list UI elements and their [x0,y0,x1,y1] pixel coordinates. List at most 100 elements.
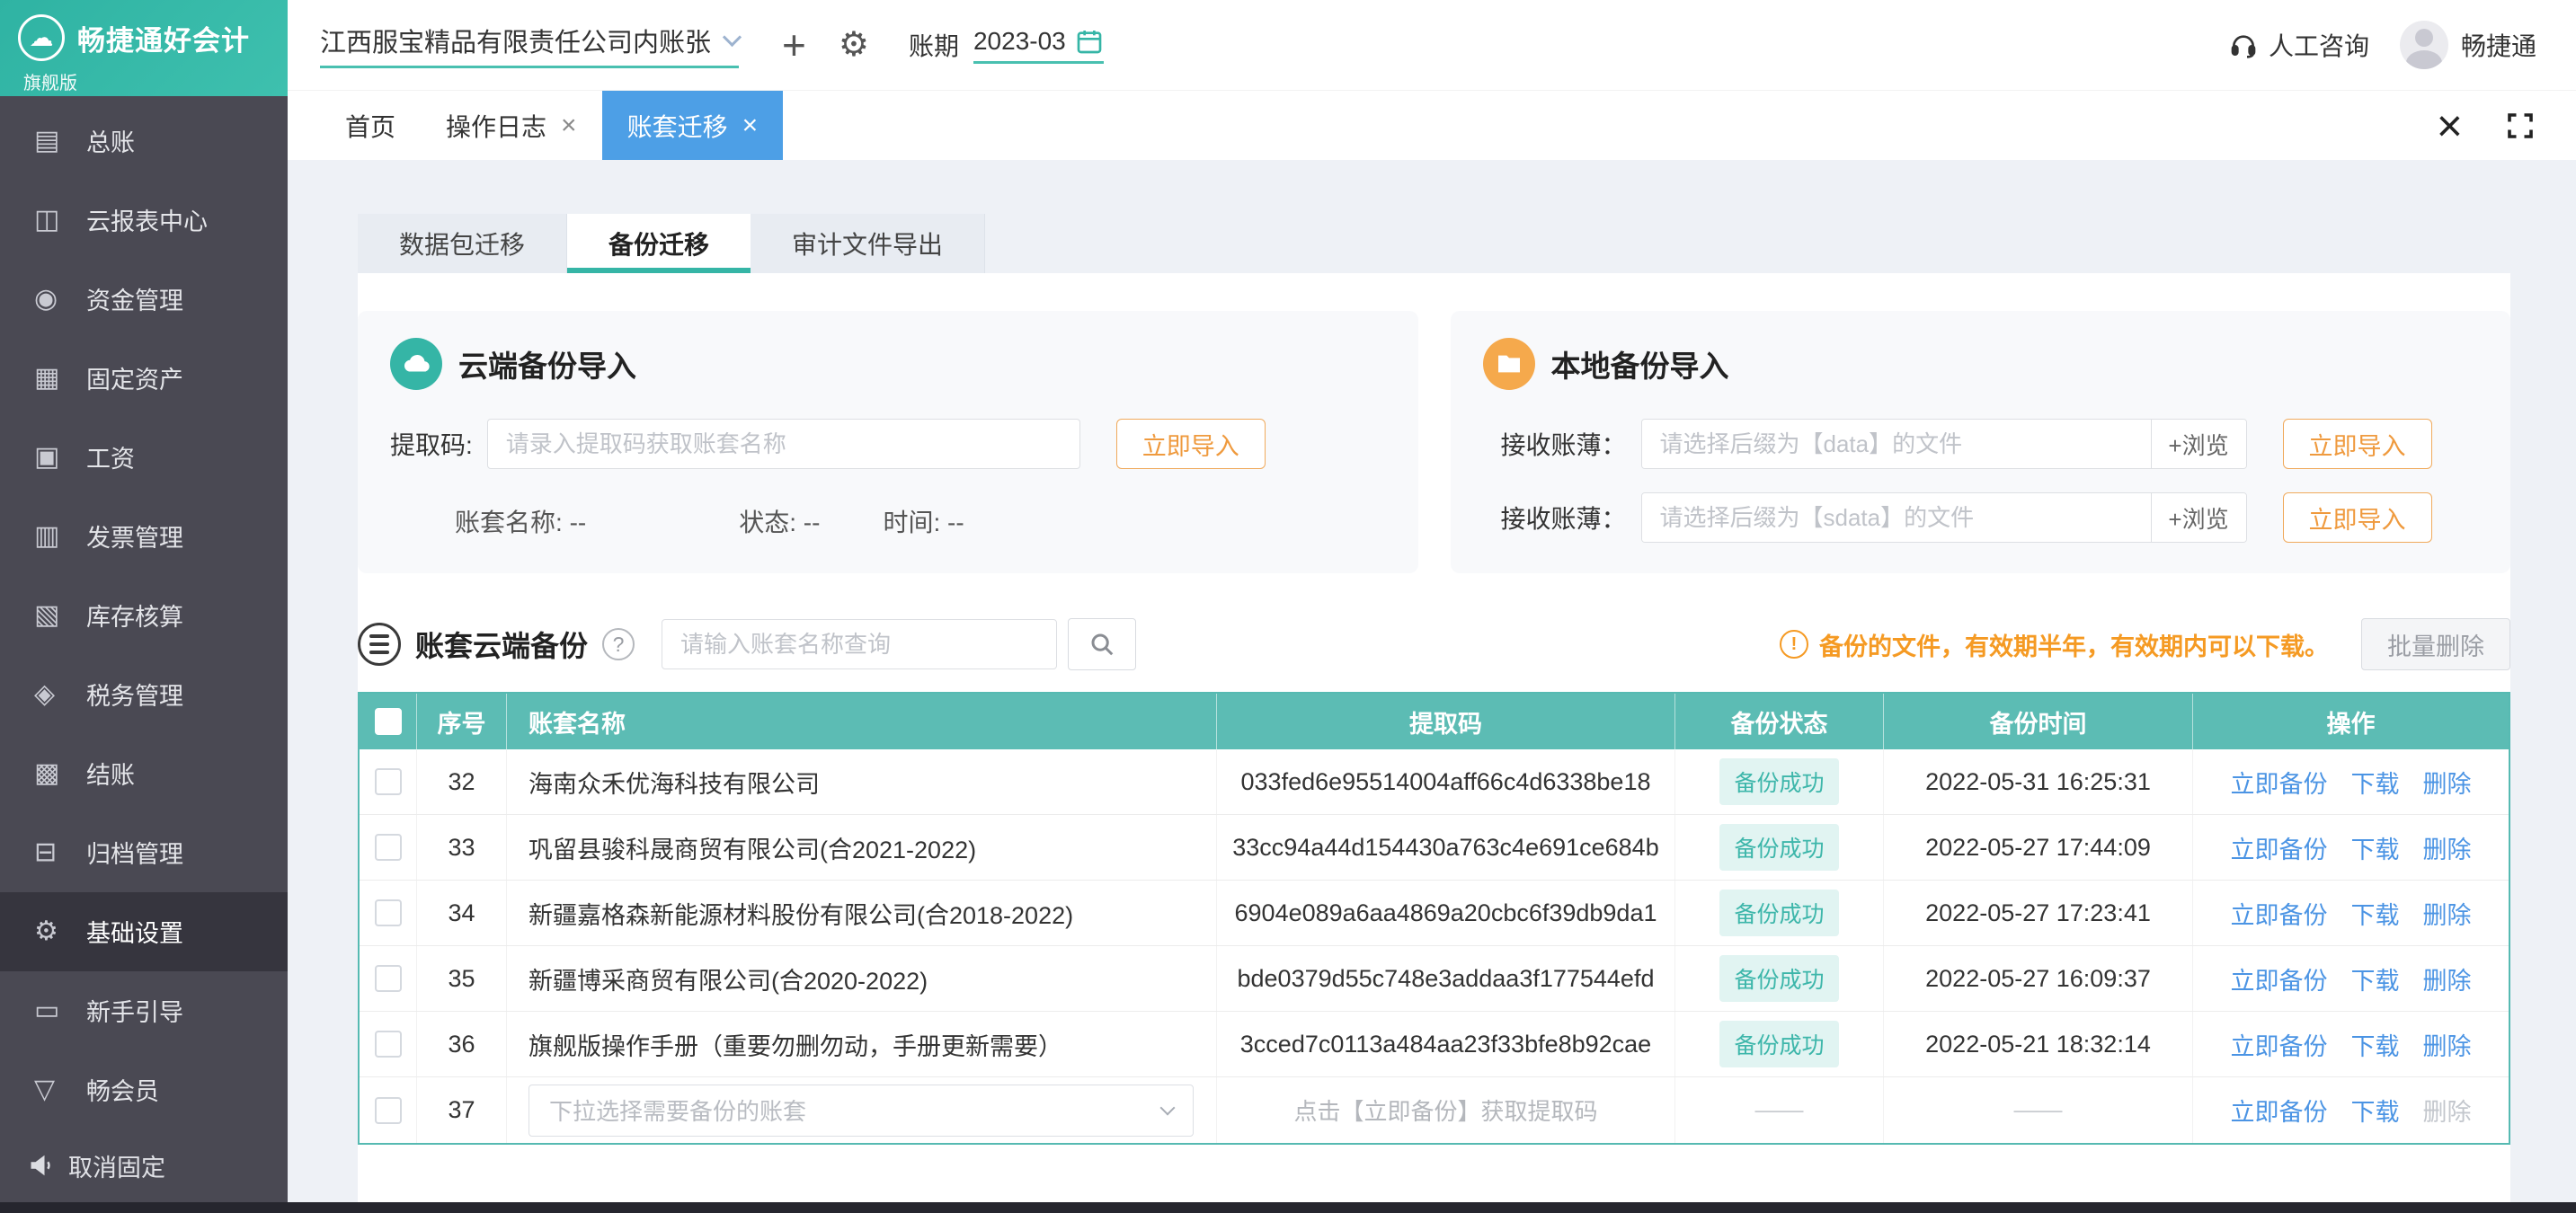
time-label: 时间: [883,509,941,536]
data-file-input[interactable] [1641,420,2151,468]
backup-now-link[interactable]: 立即备份 [2231,961,2328,996]
browse-data-button[interactable]: +浏览 [2150,420,2246,468]
tab-account-migration[interactable]: 账套迁移 × [601,91,784,160]
account-select-dropdown[interactable]: 下拉选择需要备份的账套 [529,1084,1194,1137]
local-import-title: 本地备份导入 [1550,350,1729,383]
backup-now-link[interactable]: 立即备份 [2231,1027,2328,1062]
cloud-import-button[interactable]: 立即导入 [1115,419,1266,469]
delete-link[interactable]: 删除 [2423,961,2472,996]
row-checkbox[interactable] [374,1031,402,1058]
backup-search-input[interactable] [662,619,1058,669]
settings-icon: ⚙ [34,916,58,947]
sidebar-item-cloud-reports[interactable]: ◫ 云报表中心 [0,181,288,260]
tab-home[interactable]: 首页 [320,91,421,160]
download-link[interactable]: 下载 [2351,896,2400,931]
support-button[interactable]: 人工咨询 [2229,27,2369,63]
local-import-button-2[interactable]: 立即导入 [2282,492,2432,543]
sidebar-item-payroll[interactable]: ▣ 工资 [0,418,288,497]
add-icon[interactable]: + [782,24,806,66]
sidebar-item-fixed-assets[interactable]: ▦ 固定资产 [0,339,288,418]
fixed-assets-icon: ▦ [34,363,60,394]
ledger-icon: ▤ [34,126,60,156]
avatar[interactable] [2399,21,2448,69]
tab-label: 操作日志 [446,112,547,141]
subtab-backup-migration[interactable]: 备份迁移 [567,214,751,273]
cell-name: 巩留县骏科晟商贸有限公司(合2021-2022) [507,815,1217,880]
sidebar-item-general-ledger[interactable]: ▤ 总账 [0,102,288,181]
help-icon[interactable]: ? [602,628,635,660]
backup-list-title: 账套云端备份 [415,630,589,662]
sidebar-item-funds[interactable]: ◉ 资金管理 [0,260,288,339]
download-link[interactable]: 下载 [2351,1027,2400,1062]
sidebar-item-archive[interactable]: ⊟ 归档管理 [0,813,288,892]
sub-tabs: 数据包迁移 备份迁移 审计文件导出 [358,214,2510,273]
data-file-group: +浏览 [1640,419,2247,469]
extraction-code-input[interactable] [486,419,1080,469]
table-row: 35 新疆博采商贸有限公司(合2020-2022) bde0379d55c748… [360,946,2509,1012]
edition-badge: 旗舰版 [23,74,77,93]
sidebar-item-inventory[interactable]: ▧ 库存核算 [0,576,288,655]
period-value-field[interactable]: 2023-03 [973,27,1104,64]
sidebar-item-tax[interactable]: ◈ 税务管理 [0,655,288,734]
subtab-label: 备份迁移 [608,231,710,259]
app-root: ☁ 畅捷通好会计 旗舰版 ▤ 总账 ◫ 云报表中心 ◉ 资金管理 ▦ 固定资产 [0,0,2576,1213]
tab-close-icon[interactable]: × [561,111,577,139]
user-name: 畅捷通 [2460,32,2536,60]
delete-link[interactable]: 删除 [2423,765,2472,800]
backup-now-link[interactable]: 立即备份 [2231,830,2328,865]
sidebar-item-closing[interactable]: ▩ 结账 [0,734,288,813]
batch-delete-button[interactable]: 批量删除 [2361,618,2510,670]
row-checkbox[interactable] [374,768,402,795]
sidebar: ☁ 畅捷通好会计 旗舰版 ▤ 总账 ◫ 云报表中心 ◉ 资金管理 ▦ 固定资产 [0,0,288,1213]
closing-icon: ▩ [34,758,60,789]
backup-now-link[interactable]: 立即备份 [2231,1093,2328,1128]
guide-icon: ▭ [34,996,60,1026]
row-checkbox[interactable] [374,1096,402,1124]
funds-icon: ◉ [34,284,58,314]
delete-link[interactable]: 删除 [2423,1027,2472,1062]
sdata-file-input[interactable] [1641,493,2151,542]
delete-link-disabled: 删除 [2422,1099,2472,1126]
search-button[interactable] [1068,618,1137,670]
company-selector[interactable]: 江西服宝精品有限责任公司内账张 [320,22,742,68]
delete-link[interactable]: 删除 [2423,830,2472,865]
row-checkbox[interactable] [374,834,402,861]
sidebar-item-invoices[interactable]: ▥ 发票管理 [0,497,288,576]
unpin-sidebar-button[interactable]: 取消固定 [0,1129,288,1202]
subtab-label: 数据包迁移 [399,231,526,259]
sidebar-item-membership[interactable]: ▽ 畅会员 [0,1050,288,1129]
backup-now-link[interactable]: 立即备份 [2231,765,2328,800]
cell-time: 2022-05-27 17:44:09 [1884,815,2193,880]
sidebar-item-beginner-guide[interactable]: ▭ 新手引导 [0,971,288,1050]
select-all-checkbox[interactable] [374,708,402,735]
cell-code: 6904e089a6aa4869a20cbc6f39db9da1 [1217,881,1675,945]
delete-link[interactable]: 删除 [2423,896,2472,931]
subtab-audit-export[interactable]: 审计文件导出 [751,214,986,273]
cell-no: 36 [417,1012,507,1076]
table-row: 36 旗舰版操作手册（重要勿删勿动，手册更新需要） 3cced7c0113a48… [360,1012,2509,1077]
subtab-data-package-migration[interactable]: 数据包迁移 [358,214,568,273]
tab-close-icon[interactable]: × [742,111,759,139]
tax-icon: ◈ [34,679,56,710]
backup-now-link[interactable]: 立即备份 [2231,896,2328,931]
fullscreen-icon[interactable] [2504,110,2536,142]
close-icon[interactable]: × [2437,103,2463,148]
sidebar-item-basic-settings[interactable]: ⚙ 基础设置 [0,891,288,971]
download-link[interactable]: 下载 [2351,765,2400,800]
row-checkbox[interactable] [374,965,402,992]
header-name: 账套名称 [507,694,1217,749]
download-link[interactable]: 下载 [2351,1093,2400,1128]
download-link[interactable]: 下载 [2351,830,2400,865]
local-import-button-1[interactable]: 立即导入 [2282,419,2432,469]
row-checkbox[interactable] [374,899,402,926]
settings-gear-icon[interactable]: ⚙ [839,28,869,62]
subtab-label: 审计文件导出 [792,231,944,259]
status-badge: 备份成功 [1719,1021,1839,1067]
table-row-draft: 37 下拉选择需要备份的账套 点击【立即备份】获取提取码 —— —— 立即备份 [360,1077,2509,1143]
cell-time: 2022-05-31 16:25:31 [1884,749,2193,814]
cloud-import-title: 云端备份导入 [458,350,636,383]
download-link[interactable]: 下载 [2351,961,2400,996]
cloud-import-icon [390,338,442,390]
browse-sdata-button[interactable]: +浏览 [2150,493,2246,542]
tab-operation-log[interactable]: 操作日志 × [421,91,602,160]
